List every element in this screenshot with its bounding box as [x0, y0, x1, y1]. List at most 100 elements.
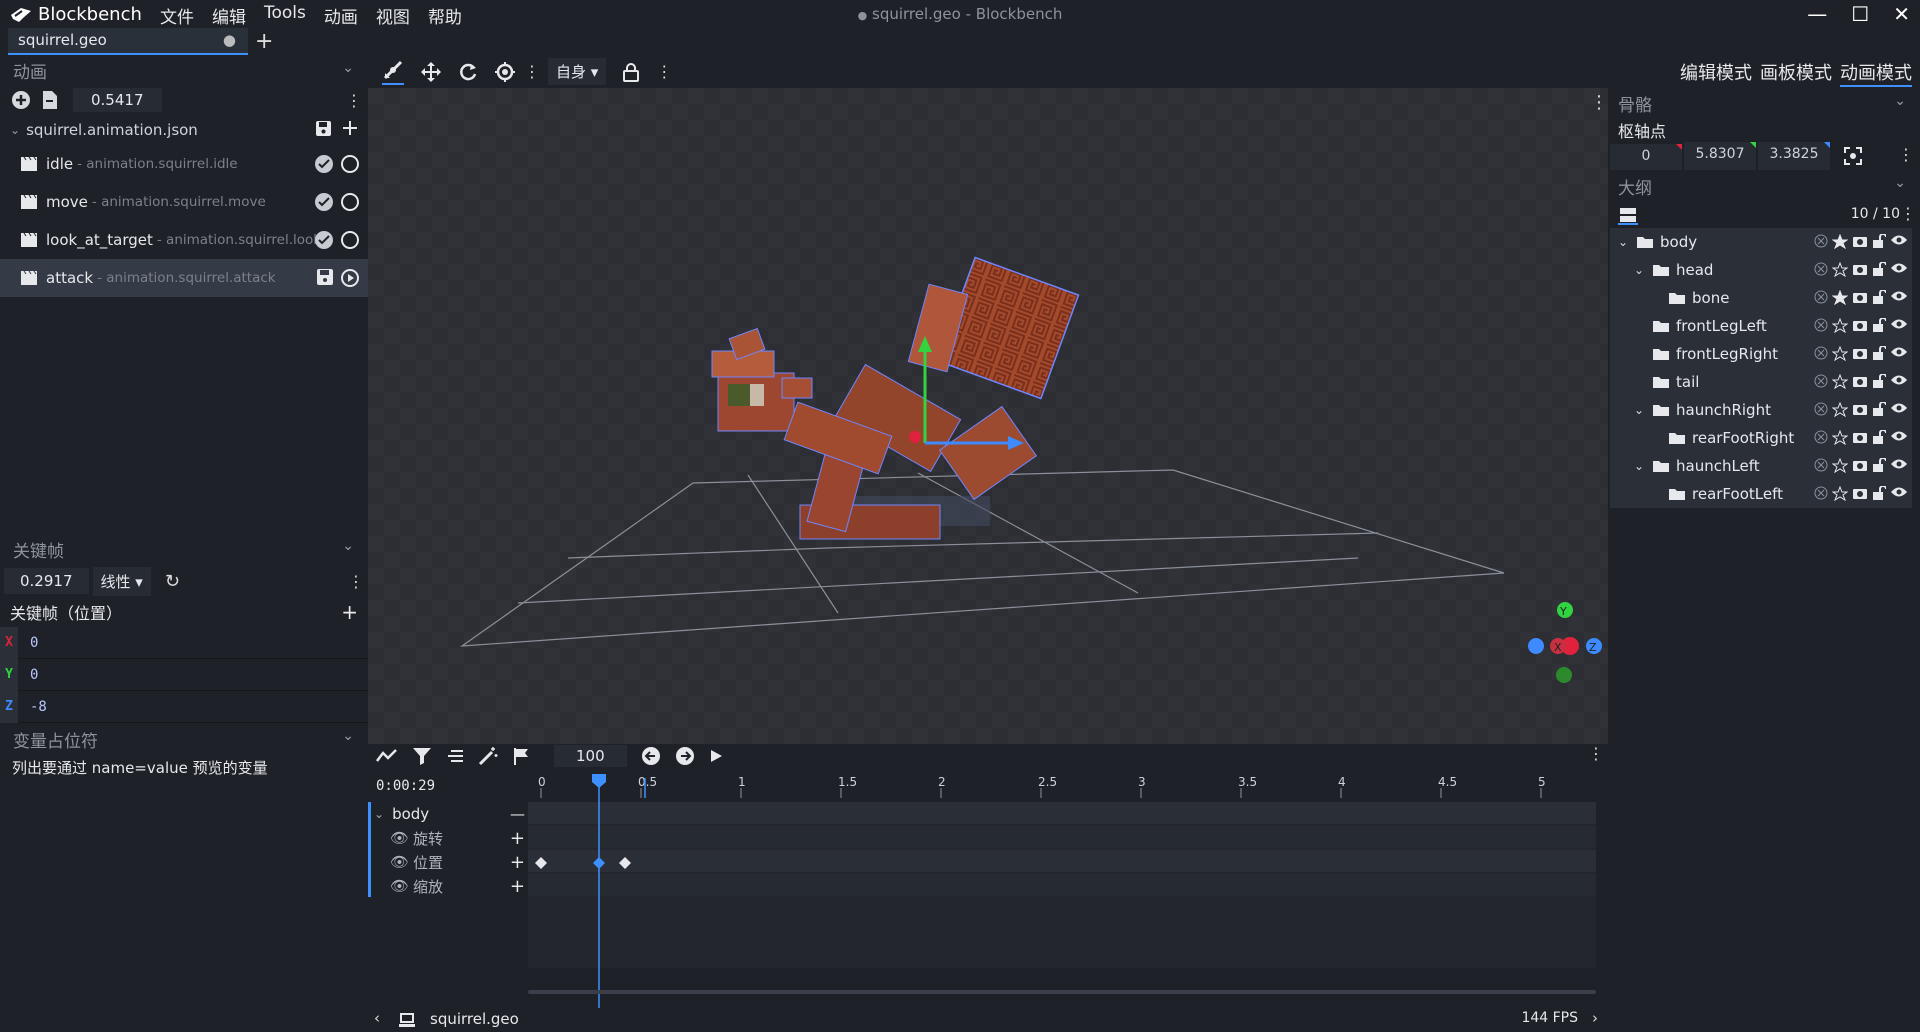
check-circle-icon[interactable]	[314, 154, 334, 174]
flag-icon[interactable]	[512, 747, 530, 765]
keyframe-x-row[interactable]: X0	[0, 626, 368, 659]
eye-icon[interactable]	[1890, 346, 1908, 358]
outliner-item-rearFootRight[interactable]: rearFootRight	[1610, 424, 1912, 452]
chevron-down-icon[interactable]: ⌄	[342, 538, 354, 554]
pivot-x-input[interactable]: 0	[1610, 142, 1682, 170]
star-icon[interactable]	[1832, 486, 1848, 501]
star-icon[interactable]	[1832, 458, 1848, 473]
add-animation-icon[interactable]	[11, 90, 31, 110]
unlock-icon[interactable]	[1872, 290, 1886, 304]
more-vertical-icon[interactable]: ⋮	[346, 91, 362, 110]
play-circle-icon[interactable]	[340, 230, 360, 250]
outliner-item-haunchRight[interactable]: ⌄ haunchRight	[1610, 396, 1912, 424]
outliner-item-frontLegLeft[interactable]: frontLegLeft	[1610, 312, 1912, 340]
more-vertical-icon[interactable]: ⋮	[348, 572, 364, 591]
add-keyframe-icon[interactable]: +	[510, 828, 525, 849]
more-vertical-icon[interactable]: ⋮	[1898, 145, 1914, 164]
check-circle-icon[interactable]	[314, 230, 334, 250]
star-icon[interactable]	[1832, 262, 1848, 277]
z-value-input[interactable]: -8	[30, 699, 47, 715]
outliner-item-head[interactable]: ⌄ head	[1610, 256, 1912, 284]
animation-file-row[interactable]: ⌄ squirrel.animation.json	[0, 115, 368, 145]
maximize-icon[interactable]: ☐	[1851, 2, 1869, 26]
channel-rotation[interactable]: 👁 旋转 +	[374, 826, 529, 850]
chevron-left-icon[interactable]: ‹	[374, 1009, 380, 1027]
outliner-add-group-icon[interactable]	[1618, 205, 1638, 225]
unlock-icon[interactable]	[1872, 430, 1886, 444]
center-pivot-icon[interactable]	[1844, 147, 1862, 165]
chevron-down-icon[interactable]: ⌄	[1634, 403, 1646, 417]
star-icon[interactable]	[1832, 290, 1848, 305]
play-circle-icon[interactable]	[340, 192, 360, 212]
new-tab-button[interactable]: +	[255, 29, 273, 54]
unlock-icon[interactable]	[1872, 318, 1886, 332]
animation-item-idle[interactable]: idle - animation.squirrel.idle	[0, 145, 368, 183]
add-keyframe-icon[interactable]: +	[510, 852, 525, 873]
chevron-down-icon[interactable]: ⌄	[374, 807, 384, 821]
unlock-icon[interactable]	[1872, 234, 1886, 248]
keyframe-panel-header[interactable]: 关键帧 ⌄	[0, 533, 368, 565]
load-animation-file-icon[interactable]	[41, 90, 59, 110]
more-vertical-icon[interactable]: ⋮	[1900, 204, 1916, 223]
visibility-toggle-x-icon[interactable]	[1814, 430, 1828, 444]
play-circle-icon[interactable]	[340, 268, 360, 288]
keyframe-time-field[interactable]: 0.2917	[4, 568, 89, 594]
animation-item-look-at-target[interactable]: look_at_target - animation.squirrel.look…	[0, 221, 368, 259]
chevron-down-icon[interactable]: ⌄	[342, 60, 354, 76]
collapse-icon[interactable]: —	[510, 805, 525, 823]
outliner-item-haunchLeft[interactable]: ⌄ haunchLeft	[1610, 452, 1912, 480]
mode-animate[interactable]: 动画模式	[1840, 59, 1912, 87]
camera-icon[interactable]	[1852, 458, 1868, 472]
keyframe-y-row[interactable]: Y0	[0, 658, 368, 691]
pose-tool-icon[interactable]	[382, 59, 404, 85]
outliner-panel-header[interactable]: 大纲 ⌄	[1608, 170, 1920, 202]
eye-icon[interactable]	[1890, 430, 1908, 442]
camera-icon[interactable]	[1852, 262, 1868, 276]
move-tool-icon[interactable]	[420, 61, 442, 83]
variables-hint[interactable]: 列出要通过 name=value 预览的变量	[0, 755, 368, 780]
timeline-track-area[interactable]: 0 0.5 1 1.5 2 2.5 3 3.5 4 4.5 5	[528, 768, 1608, 1008]
lock-icon[interactable]	[622, 62, 640, 82]
graph-editor-icon[interactable]	[376, 748, 398, 764]
chevron-down-icon[interactable]: ⌄	[1894, 93, 1906, 109]
more-vertical-icon[interactable]: ⋮	[1588, 744, 1604, 763]
camera-icon[interactable]	[1852, 374, 1868, 388]
visibility-toggle-x-icon[interactable]	[1814, 346, 1828, 360]
visibility-toggle-x-icon[interactable]	[1814, 374, 1828, 388]
unlock-icon[interactable]	[1872, 346, 1886, 360]
chevron-down-icon[interactable]: ⌄	[1894, 175, 1906, 191]
chevron-down-icon[interactable]: ⌄	[1618, 235, 1630, 249]
channel-scale[interactable]: 👁 缩放 +	[374, 874, 529, 898]
unsaved-dot-icon[interactable]: ●	[223, 31, 236, 49]
eye-icon[interactable]: 👁	[390, 877, 409, 895]
camera-icon[interactable]	[1852, 318, 1868, 332]
chevron-down-icon[interactable]: ⌄	[10, 123, 20, 137]
timeline-zoom-field[interactable]: 100	[554, 745, 627, 767]
more-vertical-icon[interactable]: ⋮	[1590, 92, 1608, 113]
visibility-toggle-x-icon[interactable]	[1814, 290, 1828, 304]
next-keyframe-icon[interactable]	[675, 746, 695, 766]
keyframe-z-row[interactable]: Z -8	[0, 690, 368, 723]
camera-icon[interactable]	[1852, 402, 1868, 416]
x-value-input[interactable]: 0	[30, 635, 38, 651]
3d-viewport[interactable]: Y Z X ⋮	[368, 88, 1608, 744]
chevron-down-icon[interactable]: ⌄	[1634, 459, 1646, 473]
unlock-icon[interactable]	[1872, 374, 1886, 388]
outliner-item-bone[interactable]: bone	[1610, 284, 1912, 312]
tab-squirrel-geo[interactable]: squirrel.geo ●	[8, 28, 248, 55]
camera-icon[interactable]	[1852, 430, 1868, 444]
viewport-canvas[interactable]: Y Z X ⋮	[368, 88, 1608, 744]
transform-space-select[interactable]: 自身 ▾	[548, 58, 607, 85]
animation-time-field[interactable]: 0.5417	[73, 88, 162, 112]
camera-icon[interactable]	[1852, 290, 1868, 304]
interpolation-select[interactable]: 线性 ▾	[92, 566, 151, 596]
eye-icon[interactable]	[1890, 374, 1908, 386]
star-icon[interactable]	[1832, 402, 1848, 417]
animation-item-attack[interactable]: attack - animation.squirrel.attack	[0, 259, 368, 297]
visibility-toggle-x-icon[interactable]	[1814, 262, 1828, 276]
minimize-icon[interactable]: —	[1807, 2, 1827, 26]
timeline-group-body[interactable]: ⌄ body —	[374, 802, 529, 826]
unlock-icon[interactable]	[1872, 262, 1886, 276]
add-icon[interactable]: +	[341, 600, 358, 624]
variables-panel-header[interactable]: 变量占位符 ⌄	[0, 723, 368, 755]
